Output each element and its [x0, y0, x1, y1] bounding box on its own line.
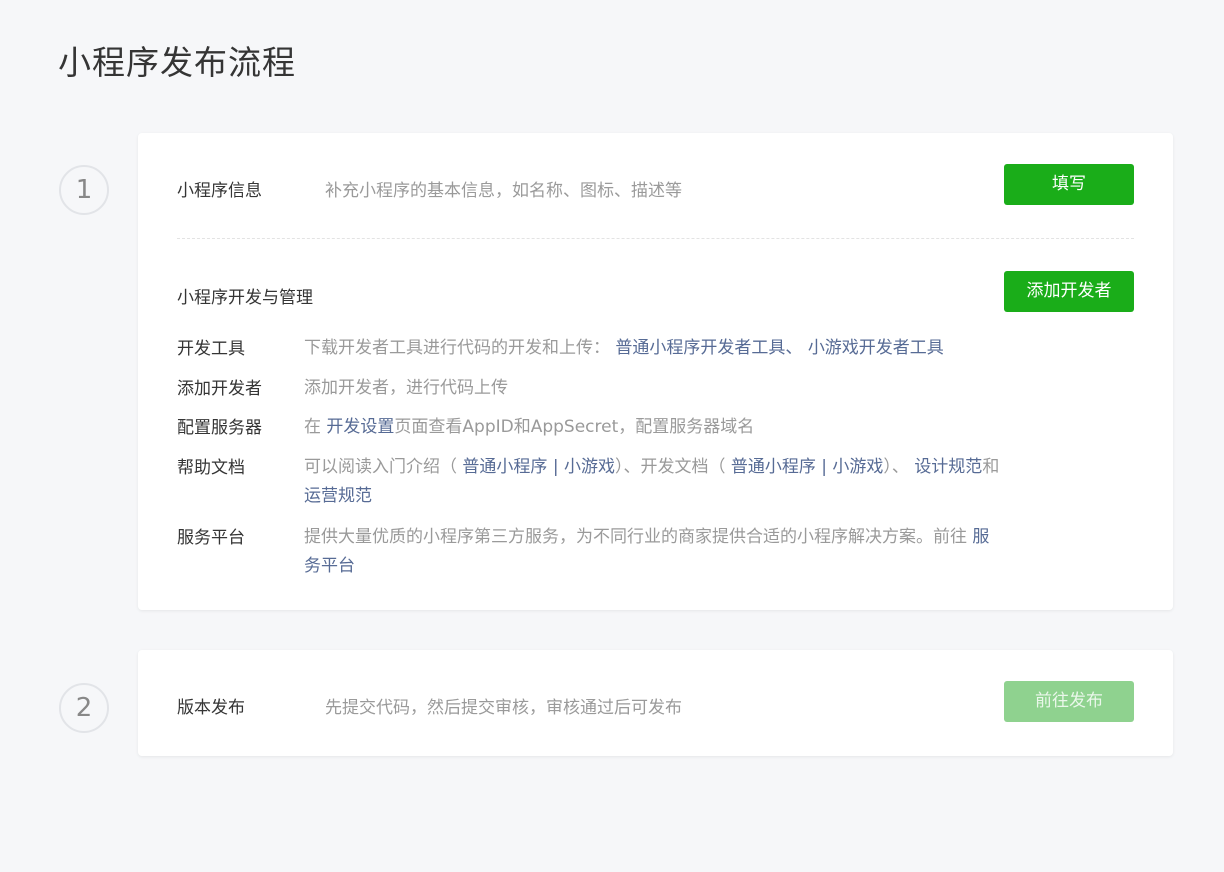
page: 小程序发布流程 1 小程序信息 补充小程序的基本信息，如名称、图标、描述等 填写… [0, 0, 1224, 872]
server-suffix: 页面查看AppID和AppSecret，配置服务器域名 [394, 417, 755, 437]
help-t3: ）、 [883, 457, 909, 477]
help-t2: ）、开发文档（ [614, 457, 726, 477]
divider [177, 238, 1134, 239]
page-title: 小程序发布流程 [58, 43, 296, 82]
row-text: 提供大量优质的小程序第三方服务，为不同行业的商家提供合适的小程序解决方案。前往 … [304, 523, 1004, 581]
row-label: 配置服务器 [177, 418, 262, 438]
fill-button[interactable]: 填写 [1004, 164, 1134, 205]
release-label: 版本发布 [177, 698, 245, 718]
dev-section-label: 小程序开发与管理 [177, 288, 313, 308]
platform-text: 提供大量优质的小程序第三方服务，为不同行业的商家提供合适的小程序解决方案。前往 [304, 527, 967, 547]
link-operation-spec[interactable]: 运营规范 [304, 486, 372, 506]
go-release-button[interactable]: 前往发布 [1004, 681, 1134, 722]
row-text: 在 开发设置页面查看AppID和AppSecret，配置服务器域名 [304, 413, 1004, 442]
pipe: | [821, 457, 827, 477]
row-label: 添加开发者 [177, 379, 262, 399]
row-label: 帮助文档 [177, 458, 245, 478]
row-text: 可以阅读入门介绍（ 普通小程序 | 小游戏）、开发文档（ 普通小程序 | 小游戏… [304, 453, 1004, 511]
step-number-2: 2 [59, 683, 109, 733]
add-developer-button[interactable]: 添加开发者 [1004, 271, 1134, 312]
step-1-card: 小程序信息 补充小程序的基本信息，如名称、图标、描述等 填写 小程序开发与管理 … [138, 133, 1173, 610]
row-text: 添加开发者，进行代码上传 [304, 378, 508, 398]
link-mini-program-devtools[interactable]: 普通小程序开发者工具 [615, 338, 785, 358]
row-label: 开发工具 [177, 339, 245, 359]
link-minigame-devtools[interactable]: 小游戏开发者工具 [808, 338, 944, 358]
link-docs-mini-program[interactable]: 普通小程序 [731, 457, 816, 477]
server-prefix: 在 [304, 417, 321, 437]
tools-text: 下载开发者工具进行代码的开发和上传： [304, 338, 610, 358]
row-label: 服务平台 [177, 528, 245, 548]
info-label: 小程序信息 [177, 181, 262, 201]
step-2-card: 版本发布 先提交代码，然后提交审核，审核通过后可发布 前往发布 [138, 650, 1173, 756]
info-desc: 补充小程序的基本信息，如名称、图标、描述等 [325, 181, 682, 201]
help-t4: 和 [982, 457, 1000, 477]
step-number-1: 1 [59, 165, 109, 215]
pipe: | [552, 457, 559, 477]
link-intro-mini-program[interactable]: 普通小程序 [462, 457, 547, 477]
help-t1: 可以阅读入门介绍（ [304, 457, 457, 477]
link-design-spec[interactable]: 设计规范 [914, 457, 982, 477]
release-desc: 先提交代码，然后提交审核，审核通过后可发布 [325, 698, 682, 718]
link-dev-settings[interactable]: 开发设置 [326, 417, 394, 437]
row-text: 下载开发者工具进行代码的开发和上传： 普通小程序开发者工具、 小游戏开发者工具 [304, 334, 1004, 363]
link-docs-minigame[interactable]: 小游戏 [832, 457, 883, 477]
separator: 、 [785, 338, 803, 358]
link-intro-minigame[interactable]: 小游戏 [564, 457, 615, 477]
